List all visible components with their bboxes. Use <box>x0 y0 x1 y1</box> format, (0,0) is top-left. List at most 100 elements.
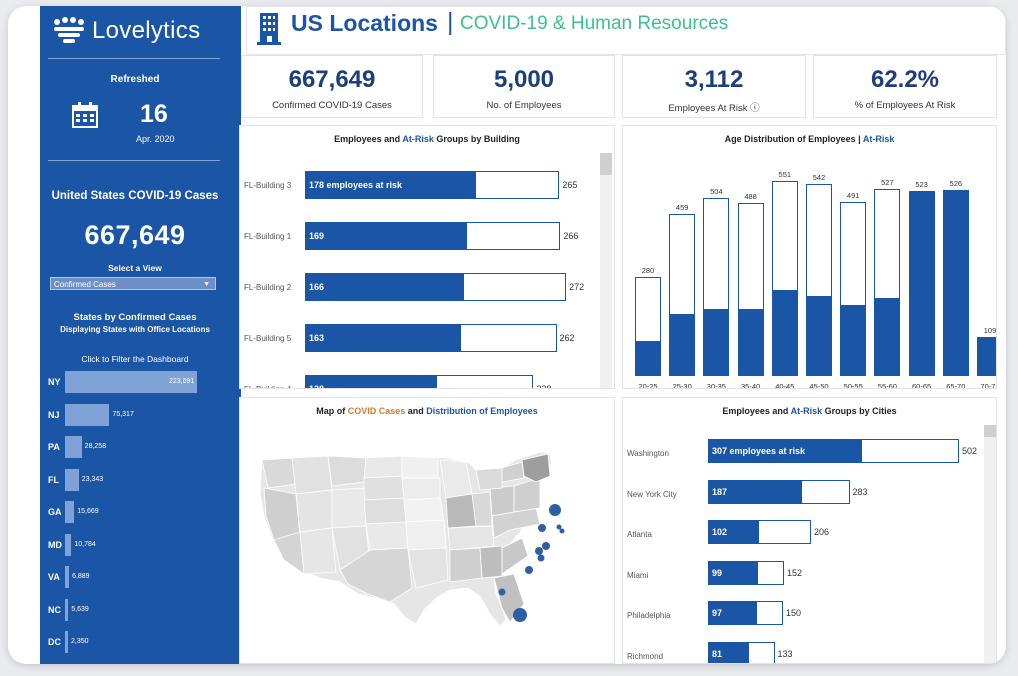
cities-row[interactable]: Miami 99 152 <box>623 560 981 591</box>
at-risk-bar[interactable]: 307 employees at risk <box>708 439 862 463</box>
page-title: US Locations <box>291 10 438 36</box>
state-bar[interactable] <box>65 403 110 426</box>
age-category-label: 45-50 <box>809 382 829 389</box>
chevron-down-icon: ▼ <box>203 281 210 288</box>
at-risk-column[interactable] <box>840 305 867 376</box>
at-risk-bar[interactable]: 163 <box>305 324 462 352</box>
kpi-value: 3,112 <box>684 66 744 93</box>
at-risk-bar[interactable]: 166 <box>305 273 465 301</box>
state-bar[interactable] <box>65 631 68 653</box>
total-value: 272 <box>569 282 585 292</box>
at-risk-column[interactable] <box>737 309 764 376</box>
at-risk-bar[interactable]: 169 <box>305 222 468 250</box>
state-bar[interactable] <box>65 436 82 458</box>
at-risk-bar[interactable]: 178 employees at risk <box>305 171 476 199</box>
cities-row[interactable]: Washington 307 employees at risk 502 <box>623 439 981 469</box>
at-risk-column[interactable] <box>669 314 696 376</box>
age-total-value: 280 <box>641 265 655 275</box>
state-code: VA <box>48 572 60 582</box>
view-dropdown[interactable]: Confirmed Cases ▼ <box>50 277 216 290</box>
state-bar[interactable] <box>65 501 75 523</box>
at-risk-column[interactable] <box>908 190 935 376</box>
state-bar-row[interactable]: NY 223,691 <box>40 371 230 393</box>
scrollbar[interactable] <box>600 153 612 388</box>
cities-label: Philadelphia <box>627 611 671 620</box>
cities-row[interactable]: Philadelphia 97 150 <box>623 601 981 631</box>
at-risk-column[interactable] <box>771 290 798 376</box>
age-title: Age Distribution of Employees | At-Risk <box>623 134 996 144</box>
age-total-value: 523 <box>915 179 928 189</box>
age-panel: Age Distribution of Employees | At-Risk … <box>622 125 997 389</box>
buildings-label: FL-Building 1 <box>244 232 292 241</box>
brand-logo[interactable]: Lovelytics <box>52 14 200 48</box>
state-bar[interactable] <box>65 598 69 621</box>
states-title-text: States by Confirmed Cases <box>73 312 197 323</box>
states-subtitle: Displaying States with Office Locations <box>60 325 210 334</box>
age-total-value: 459 <box>675 202 689 212</box>
state-bar-row[interactable]: GA 15,669 <box>40 501 230 523</box>
kpi-employees-at-risk[interactable]: 3,112 Employees At Risk ⓘ <box>622 55 806 118</box>
at-risk-bar[interactable]: 97 <box>708 601 757 625</box>
cities-panel: Employees and At-Risk Groups by Cities W… <box>622 397 997 664</box>
at-risk-column[interactable] <box>942 189 969 376</box>
cities-row[interactable]: New York City 187 283 <box>623 479 981 510</box>
at-risk-column[interactable] <box>635 340 661 376</box>
cities-label: New York City <box>627 489 677 499</box>
cities-title: Employees and At-Risk Groups by Cities <box>623 406 996 416</box>
state-bar-row[interactable]: MD 10,784 <box>40 533 230 556</box>
state-value: 23,343 <box>81 475 104 483</box>
divider <box>48 160 220 161</box>
at-risk-bar[interactable]: 99 <box>708 560 758 585</box>
scroll-thumb[interactable] <box>600 153 612 175</box>
state-bar-row[interactable]: PA 28,258 <box>40 436 230 458</box>
title-text: Age Distribution of Employees | <box>724 134 863 144</box>
buildings-row[interactable]: FL-Building 3 178 employees at risk 265 <box>240 171 598 201</box>
dashboard-frame: Lovelytics Refreshed 16 Apr. 2020 United… <box>8 6 1006 664</box>
buildings-row[interactable]: FL-Building 4 138 238 <box>240 375 598 389</box>
us-cases-title: United States COVID-19 Cases <box>51 190 219 202</box>
page-subtitle: COVID-19 & Human Resources <box>460 13 729 34</box>
refreshed-day: 16 <box>140 100 168 128</box>
brand-name: Lovelytics <box>92 17 201 44</box>
at-risk-bar[interactable]: 81 <box>708 641 749 663</box>
state-bar-row[interactable]: VA 6,889 <box>40 566 230 588</box>
at-risk-bar[interactable]: 138 <box>305 375 438 388</box>
state-value: 28,258 <box>84 443 107 450</box>
scrollbar[interactable] <box>984 425 996 663</box>
at-risk-column[interactable] <box>977 337 996 376</box>
at-risk-bar[interactable]: 187 <box>708 479 802 504</box>
buildings-row[interactable]: FL-Building 1 169 266 <box>240 222 598 252</box>
state-bar-row[interactable]: DC 2,350 <box>40 631 230 653</box>
buildings-row[interactable]: FL-Building 2 166 272 <box>240 273 598 303</box>
map-panel: Map of COVID Cases and Distribution of E… <box>239 397 615 664</box>
at-risk-column[interactable] <box>874 298 901 376</box>
buildings-row[interactable]: FL-Building 5 163 262 <box>240 324 598 354</box>
state-bar-row[interactable]: NJ 75,317 <box>40 403 230 426</box>
state-bar-row[interactable]: FL 23,343 <box>40 468 230 491</box>
at-risk-column[interactable] <box>806 296 832 376</box>
buildings-label: FL-Building 4 <box>244 385 291 388</box>
state-value: 5,639 <box>71 605 89 613</box>
state-code: MD <box>48 539 62 550</box>
at-risk-bar[interactable]: 102 <box>708 520 759 544</box>
us-map[interactable] <box>240 398 615 664</box>
state-bar-row[interactable]: NC 5,639 <box>40 598 230 621</box>
state-bar[interactable] <box>65 566 70 588</box>
age-total-value: 526 <box>949 178 963 188</box>
age-total-value: 488 <box>744 192 757 202</box>
state-bar[interactable] <box>65 468 79 491</box>
state-bar[interactable] <box>65 533 72 556</box>
state-code: DC <box>48 637 61 647</box>
at-risk-column[interactable] <box>703 309 730 376</box>
kpi-value: 62.2% <box>870 66 940 93</box>
cities-row[interactable]: Atlanta 102 206 <box>623 520 981 550</box>
sidebar: Lovelytics Refreshed 16 Apr. 2020 United… <box>40 6 241 664</box>
total-value: 238 <box>536 384 552 389</box>
cities-row[interactable]: Richmond 81 133 <box>623 641 981 663</box>
age-category-label: 70-75 <box>980 382 996 389</box>
us-cases-value: 667,649 <box>84 220 186 250</box>
age-total-value: 504 <box>710 186 723 196</box>
age-total-value: 527 <box>881 178 894 188</box>
scroll-thumb[interactable] <box>984 425 996 437</box>
age-category-label: 35-40 <box>741 382 761 389</box>
